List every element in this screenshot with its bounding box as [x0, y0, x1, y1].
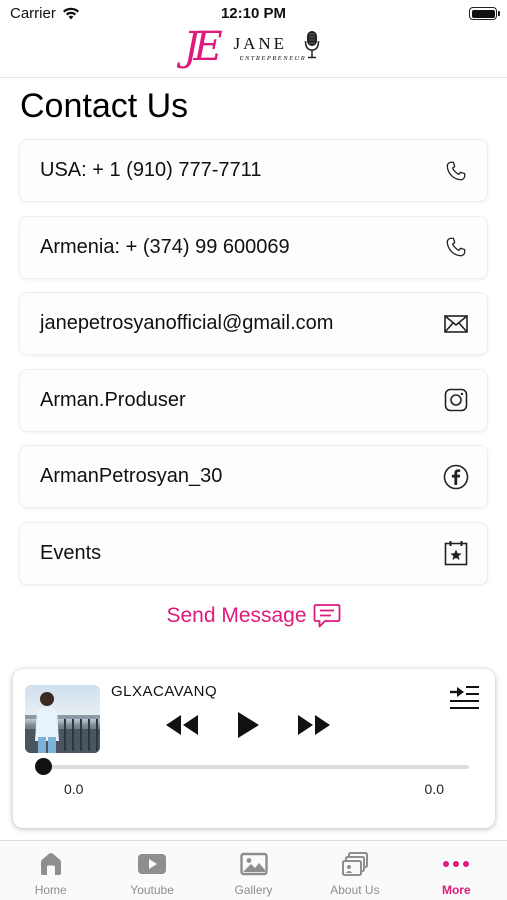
contact-events[interactable]: Events: [19, 521, 488, 585]
tab-label: Youtube: [130, 883, 174, 897]
tab-label: More: [441, 883, 471, 897]
tab-home[interactable]: Home: [0, 841, 101, 900]
home-icon: [40, 853, 61, 875]
message-icon: [313, 604, 340, 628]
status-time: 12:10 PM: [220, 5, 287, 22]
contact-label: Arman.Produser: [40, 388, 186, 411]
tab-bar: Home Youtube Gallery About Us More: [0, 840, 507, 900]
about-icon: [341, 852, 368, 876]
contact-armenia-phone[interactable]: Armenia: + (374) 99 600069: [19, 215, 488, 279]
status-bar: Carrier 12:10 PM: [0, 0, 507, 28]
logo-initials: JE: [183, 24, 223, 70]
contact-label: Armenia: + (374) 99 600069: [40, 235, 290, 258]
tab-more[interactable]: More: [406, 841, 507, 900]
rewind-button[interactable]: [164, 714, 200, 736]
brand-logo: JE JANE ENTREPRENEUR: [183, 24, 324, 78]
time-total: 0.0: [424, 781, 444, 797]
tab-gallery[interactable]: Gallery: [203, 841, 304, 900]
send-message-button[interactable]: Send Message: [0, 603, 507, 629]
contact-email[interactable]: janepetrosyanofficial@gmail.com: [19, 292, 488, 355]
microphone-icon: [304, 31, 319, 59]
app-header: JE JANE ENTREPRENEUR: [0, 24, 507, 78]
tab-about-us[interactable]: About Us: [304, 841, 405, 900]
progress-thumb[interactable]: [35, 758, 52, 775]
contact-label: janepetrosyanofficial@gmail.com: [40, 312, 334, 334]
contact-facebook[interactable]: ArmanPetrosyan_30: [19, 445, 488, 508]
mail-icon: [443, 311, 469, 337]
play-icon: [238, 712, 259, 738]
gallery-icon: [239, 852, 268, 876]
facebook-icon: [443, 464, 469, 490]
progress-slider[interactable]: [35, 758, 469, 775]
phone-icon: [443, 234, 469, 260]
rewind-icon: [166, 715, 198, 735]
more-icon: [443, 861, 470, 867]
logo-tagline: ENTREPRENEUR: [239, 55, 307, 62]
contact-list: USA: + 1 (910) 777-7711 Armenia: + (374)…: [19, 139, 488, 598]
tab-label: Home: [34, 883, 67, 897]
playback-controls: [164, 711, 332, 739]
queue-icon[interactable]: [448, 683, 480, 716]
page-title: Contact Us: [20, 87, 189, 125]
logo-name: JANE: [233, 34, 288, 53]
tab-label: Gallery: [234, 883, 273, 897]
audio-player: GLXACAVANQ 0.0 0.0: [13, 669, 495, 828]
play-button[interactable]: [236, 711, 260, 739]
phone-icon: [443, 158, 469, 184]
time-elapsed: 0.0: [64, 781, 84, 797]
contact-label: Events: [40, 541, 102, 564]
contact-usa-phone[interactable]: USA: + 1 (910) 777-7711: [19, 139, 488, 202]
contact-label: USA: + 1 (910) 777-7711: [40, 159, 262, 181]
contact-label: ArmanPetrosyan_30: [40, 465, 223, 487]
fast-forward-icon: [298, 715, 330, 735]
calendar-star-icon: [443, 540, 469, 566]
fast-forward-button[interactable]: [296, 714, 332, 736]
youtube-icon: [138, 854, 167, 874]
battery-icon: [469, 7, 500, 20]
contact-instagram[interactable]: Arman.Produser: [19, 368, 488, 432]
tab-label: About Us: [330, 883, 380, 897]
tab-youtube[interactable]: Youtube: [101, 841, 202, 900]
album-art: [25, 685, 100, 753]
track-title: GLXACAVANQ: [111, 683, 218, 700]
instagram-icon: [443, 387, 469, 413]
send-message-label: Send Message: [166, 604, 307, 627]
